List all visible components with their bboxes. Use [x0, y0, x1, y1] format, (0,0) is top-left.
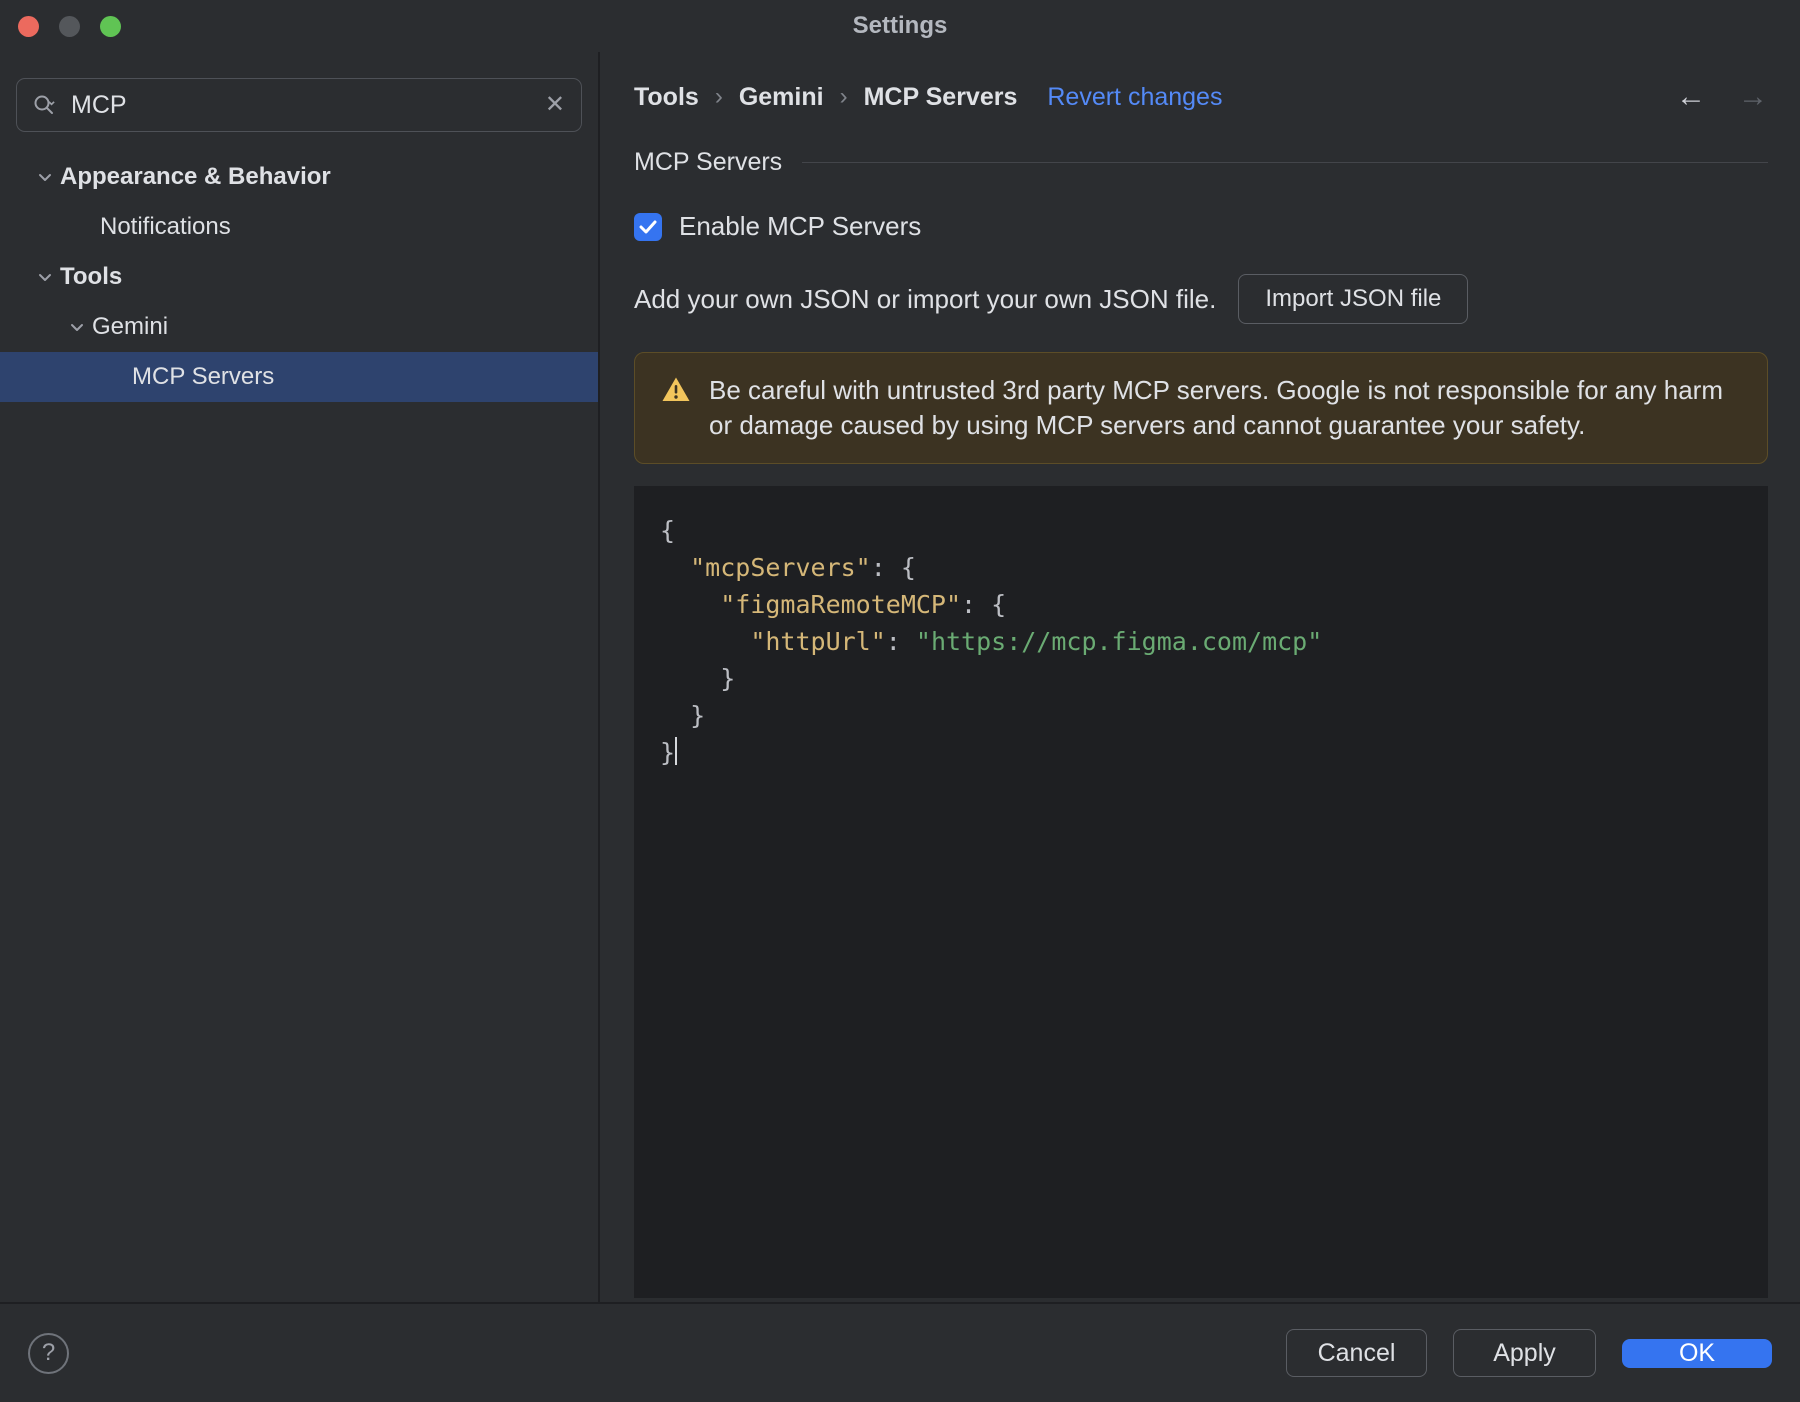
breadcrumb-separator: ›: [714, 83, 723, 110]
sidebar-item-label: MCP Servers: [132, 363, 275, 390]
section-header: MCP Servers: [634, 148, 1768, 177]
breadcrumb-mcp-servers[interactable]: MCP Servers: [864, 83, 1018, 112]
sidebar-item-label: Gemini: [92, 313, 169, 340]
clear-search-icon[interactable]: ✕: [545, 93, 565, 117]
json-editor-code: { "mcpServers": { "figmaRemoteMCP": { "h…: [660, 516, 1323, 767]
import-json-file-button[interactable]: Import JSON file: [1238, 274, 1469, 324]
traffic-lights: [18, 0, 121, 52]
help-icon[interactable]: ?: [28, 1332, 69, 1374]
json-editor[interactable]: { "mcpServers": { "figmaRemoteMCP": { "h…: [634, 486, 1768, 1298]
add-json-row: Add your own JSON or import your own JSO…: [634, 274, 1768, 324]
warning-text: Be careful with untrusted 3rd party MCP …: [709, 375, 1723, 440]
close-window-button[interactable]: [18, 15, 39, 37]
footer-bar: ? Cancel Apply OK: [0, 1302, 1800, 1402]
warning-triangle-icon: [661, 376, 691, 408]
search-icon: [33, 94, 59, 116]
sidebar-item-label: Notifications: [100, 213, 231, 240]
sidebar-item-appearance-behavior[interactable]: Appearance & Behavior: [0, 152, 598, 202]
text-caret: [675, 737, 678, 765]
enable-mcp-checkbox[interactable]: [634, 212, 662, 241]
sidebar-item-mcp-servers[interactable]: MCP Servers: [0, 352, 598, 402]
window-title: Settings: [852, 12, 948, 39]
breadcrumb-separator: ›: [839, 83, 848, 110]
settings-search-field[interactable]: ✕: [16, 78, 582, 132]
sidebar-item-notifications[interactable]: Notifications: [0, 202, 598, 252]
breadcrumb-tools[interactable]: Tools: [634, 83, 699, 112]
breadcrumb: Tools › Gemini › MCP Servers Revert chan…: [634, 82, 1768, 112]
titlebar: Settings: [0, 0, 1800, 52]
enable-mcp-label: Enable MCP Servers: [679, 211, 922, 241]
chevron-down-icon[interactable]: [30, 169, 60, 185]
section-divider: [802, 162, 1768, 163]
add-json-text: Add your own JSON or import your own JSO…: [634, 283, 1217, 314]
sidebar-item-label: Appearance & Behavior: [60, 163, 331, 190]
minimize-window-button[interactable]: [59, 15, 80, 37]
section-title: MCP Servers: [634, 148, 783, 176]
apply-button[interactable]: Apply: [1453, 1329, 1596, 1377]
zoom-window-button[interactable]: [100, 15, 121, 37]
forward-arrow-icon[interactable]: →: [1738, 82, 1768, 112]
back-arrow-icon[interactable]: ←: [1676, 82, 1706, 112]
settings-sidebar: ✕ Appearance & Behavior Notifications To: [0, 52, 600, 1302]
settings-window: Settings ✕: [0, 0, 1800, 1402]
sidebar-item-gemini[interactable]: Gemini: [0, 302, 598, 352]
chevron-down-icon[interactable]: [30, 269, 60, 285]
enable-mcp-row: Enable MCP Servers: [634, 211, 1768, 242]
cancel-button[interactable]: Cancel: [1286, 1329, 1427, 1377]
revert-changes-link[interactable]: Revert changes: [1047, 83, 1222, 112]
settings-content: Tools › Gemini › MCP Servers Revert chan…: [600, 52, 1800, 1302]
help-glyph: ?: [41, 1339, 56, 1366]
chevron-down-icon[interactable]: [62, 319, 92, 335]
ok-button[interactable]: OK: [1622, 1338, 1772, 1368]
breadcrumb-gemini[interactable]: Gemini: [739, 83, 824, 112]
sidebar-item-tools[interactable]: Tools: [0, 252, 598, 302]
settings-tree: Appearance & Behavior Notifications Tool…: [0, 152, 598, 402]
warning-banner: Be careful with untrusted 3rd party MCP …: [634, 352, 1768, 464]
sidebar-item-label: Tools: [60, 263, 123, 290]
search-input[interactable]: [59, 90, 545, 120]
